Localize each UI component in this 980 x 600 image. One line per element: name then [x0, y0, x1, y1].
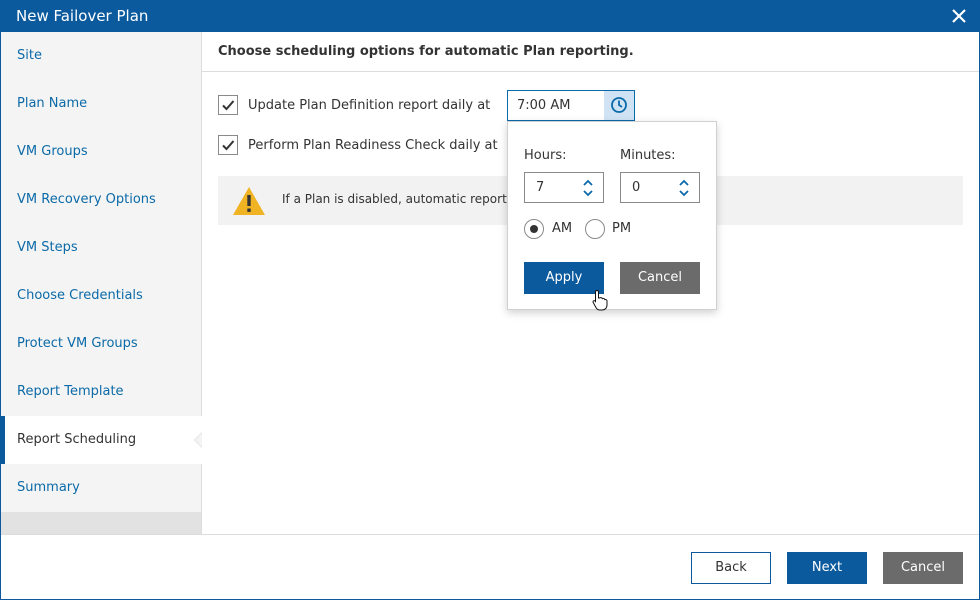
next-button[interactable]: Next	[787, 552, 867, 584]
sidebar-item-vm-recovery-options[interactable]: VM Recovery Options	[1, 176, 201, 224]
option-update-plan-definition: Update Plan Definition report daily at	[218, 94, 490, 116]
cancel-button[interactable]: Cancel	[883, 552, 963, 584]
sidebar-item-summary[interactable]: Summary	[1, 464, 201, 512]
checkmark-icon	[222, 140, 235, 151]
window-title: New Failover Plan	[16, 7, 149, 25]
pm-radio[interactable]	[585, 219, 605, 239]
option-readiness-check: Perform Plan Readiness Check daily at	[218, 134, 498, 156]
sidebar-item-vm-groups[interactable]: VM Groups	[1, 128, 201, 176]
minutes-stepper-arrows-icon[interactable]	[677, 176, 691, 200]
checkmark-icon	[222, 100, 235, 111]
sidebar-item-vm-steps[interactable]: VM Steps	[1, 224, 201, 272]
update-plan-definition-label: Update Plan Definition report daily at	[248, 97, 491, 113]
minutes-label: Minutes:	[620, 148, 676, 163]
wizard-sidebar: Site Plan Name VM Groups VM Recovery Opt…	[1, 32, 202, 534]
close-icon[interactable]	[948, 5, 970, 27]
picker-cancel-button[interactable]: Cancel	[620, 262, 700, 294]
readiness-check-checkbox[interactable]	[218, 135, 238, 155]
sidebar-item-choose-credentials[interactable]: Choose Credentials	[1, 272, 201, 320]
am-label: AM	[552, 221, 573, 236]
minutes-value: 0	[632, 180, 641, 195]
clock-icon[interactable]	[604, 91, 634, 120]
time-field	[507, 90, 635, 121]
update-plan-definition-checkbox[interactable]	[218, 95, 238, 115]
minutes-stepper[interactable]: 0	[620, 172, 700, 203]
sidebar-item-protect-vm-groups[interactable]: Protect VM Groups	[1, 320, 201, 368]
time-input[interactable]	[508, 91, 604, 120]
pm-label: PM	[612, 221, 632, 236]
sidebar-filler	[1, 512, 201, 534]
time-picker-popup: Hours: Minutes: 7 0 AM PM Apply Cancel	[507, 121, 717, 311]
warning-icon	[233, 187, 265, 215]
sidebar-item-report-template[interactable]: Report Template	[1, 368, 201, 416]
title-bar: New Failover Plan	[0, 0, 980, 32]
back-button[interactable]: Back	[691, 552, 771, 584]
hours-stepper[interactable]: 7	[524, 172, 604, 203]
sidebar-item-plan-name[interactable]: Plan Name	[1, 80, 201, 128]
am-radio[interactable]	[524, 219, 544, 239]
sidebar-item-report-scheduling[interactable]: Report Scheduling	[1, 416, 202, 464]
hours-label: Hours:	[524, 148, 567, 163]
wizard-footer: Back Next Cancel	[1, 534, 979, 599]
hours-value: 7	[536, 180, 545, 195]
page-heading: Choose scheduling options for automatic …	[202, 32, 979, 72]
readiness-check-label: Perform Plan Readiness Check daily at	[248, 137, 498, 153]
sidebar-item-site[interactable]: Site	[1, 32, 201, 80]
warning-text: If a Plan is disabled, automatic report …	[282, 192, 526, 206]
hours-stepper-arrows-icon[interactable]	[581, 176, 595, 200]
apply-button[interactable]: Apply	[524, 262, 604, 294]
